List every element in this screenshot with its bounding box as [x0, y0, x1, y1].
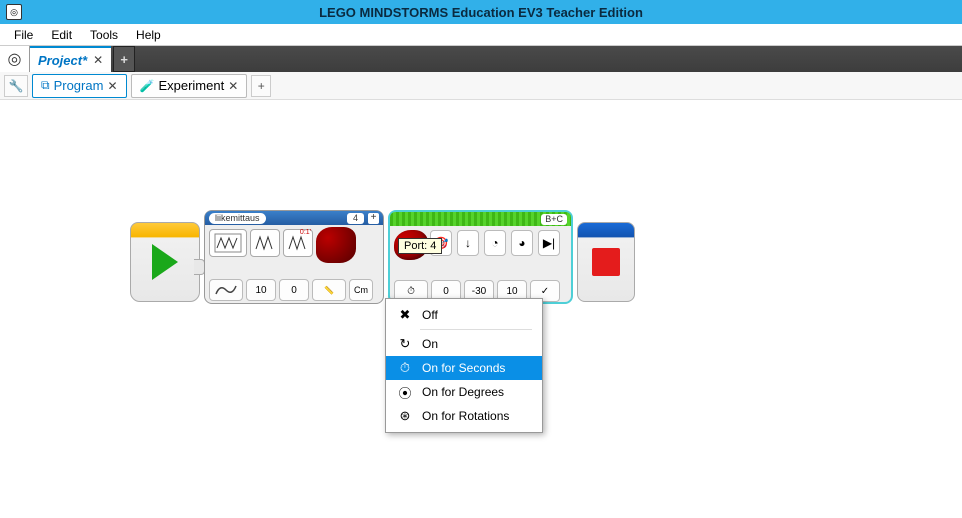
experiment-icon: 🧪 [140, 79, 155, 93]
rotations-icon: ⊛ [396, 407, 414, 425]
project-tab-label: Project* [38, 53, 87, 68]
timer-icon[interactable]: ◕ [511, 230, 533, 256]
tab-program[interactable]: ⧉ Program ✕ [32, 74, 127, 98]
app-icon: ◎ [6, 4, 22, 20]
titlebar: ◎ LEGO MINDSTORMS Education EV3 Teacher … [0, 0, 962, 24]
dropdown-item-on-degrees[interactable]: ⦿ On for Degrees [386, 380, 542, 404]
duration-icon[interactable]: 0:1' [283, 229, 313, 257]
value-samples[interactable]: 10 [246, 279, 276, 301]
menu-file[interactable]: File [6, 26, 41, 44]
rate-icon[interactable] [250, 229, 280, 257]
ev3-home-icon[interactable]: ◎ [0, 46, 30, 72]
data-block-header: liikemittaus 4 + [205, 211, 383, 225]
dropdown-label: On for Seconds [422, 361, 505, 375]
unit-label[interactable]: Cm [349, 279, 373, 301]
myblock-name: liikemittaus [209, 213, 266, 224]
divider [420, 329, 532, 330]
motor-block-header: B+C [390, 212, 571, 226]
stop-icon [592, 248, 620, 276]
dropdown-label: On [422, 337, 438, 351]
dropdown-item-on-seconds[interactable]: ⏱ On for Seconds [386, 356, 542, 380]
dropdown-item-on-rotations[interactable]: ⊛ On for Rotations [386, 404, 542, 428]
dropdown-item-on[interactable]: ↻ On [386, 332, 542, 356]
oscilloscope-icon[interactable] [209, 229, 247, 257]
window-title: LEGO MINDSTORMS Education EV3 Teacher Ed… [319, 5, 643, 20]
close-icon[interactable]: ✕ [93, 53, 103, 67]
start-block[interactable] [130, 222, 200, 302]
project-tab-active[interactable]: Project* ✕ [30, 46, 111, 72]
tab-experiment[interactable]: 🧪 Experiment ✕ [131, 74, 248, 98]
program-icon: ⧉ [41, 78, 50, 93]
graph-mode-button[interactable] [209, 279, 243, 301]
dropdown-label: Off [422, 308, 438, 322]
project-tab-row: ◎ Project* ✕ + [0, 46, 962, 72]
clock-icon: ⏱ [396, 359, 414, 377]
move-steering-block[interactable]: B+C 🎯 ↓ ◔ ◕ ▶| ⏱ 0 -30 10 [388, 210, 573, 304]
motor-param-icons: 🎯 ↓ ◔ ◕ ▶| [430, 230, 567, 256]
wrench-icon[interactable]: 🔧 [4, 75, 28, 97]
stop-block[interactable] [577, 222, 635, 302]
block-row: liikemittaus 4 + 0:1' [130, 210, 635, 304]
close-icon[interactable]: ✕ [107, 79, 117, 93]
motor-ports[interactable]: B+C [541, 214, 567, 225]
menu-edit[interactable]: Edit [43, 26, 80, 44]
menubar: File Edit Tools Help [0, 24, 962, 46]
tab-experiment-label: Experiment [158, 78, 224, 93]
tab-program-label: Program [54, 78, 104, 93]
dropdown-item-off[interactable]: ✖ Off [386, 303, 542, 327]
sensor-icon[interactable] [316, 227, 356, 263]
program-tab-row: 🔧 ⧉ Program ✕ 🧪 Experiment ✕ + [0, 72, 962, 100]
port-indicator[interactable]: 4 [347, 213, 364, 224]
degrees-icon: ⦿ [396, 383, 414, 401]
add-project-tab[interactable]: + [113, 46, 135, 72]
close-icon[interactable]: ✕ [228, 79, 238, 93]
port-tooltip: Port: 4 [398, 238, 442, 254]
menu-help[interactable]: Help [128, 26, 169, 44]
data-logging-block[interactable]: liikemittaus 4 + 0:1' [204, 210, 384, 304]
program-canvas[interactable]: liikemittaus 4 + 0:1' [0, 100, 962, 518]
dropdown-label: On for Degrees [422, 385, 504, 399]
brake-icon[interactable]: ▶| [538, 230, 560, 256]
data-block-footer: 10 0 📏 Cm [209, 279, 373, 301]
mode-dropdown-menu: ✖ Off ↻ On ⏱ On for Seconds ⦿ On for Deg… [385, 298, 543, 433]
x-icon: ✖ [396, 306, 414, 324]
add-port-button[interactable]: + [368, 213, 379, 224]
dropdown-label: On for Rotations [422, 409, 509, 423]
rotate-icon: ↻ [396, 335, 414, 353]
value-duration[interactable]: 0 [279, 279, 309, 301]
clock-icon: ⏱ [407, 286, 415, 297]
unit-icon[interactable]: 📏 [312, 279, 346, 301]
menu-tools[interactable]: Tools [82, 26, 126, 44]
power-icon[interactable]: ↓ [457, 230, 479, 256]
gauge-icon[interactable]: ◔ [484, 230, 506, 256]
play-icon [152, 244, 178, 280]
add-tab-button[interactable]: + [251, 75, 271, 97]
